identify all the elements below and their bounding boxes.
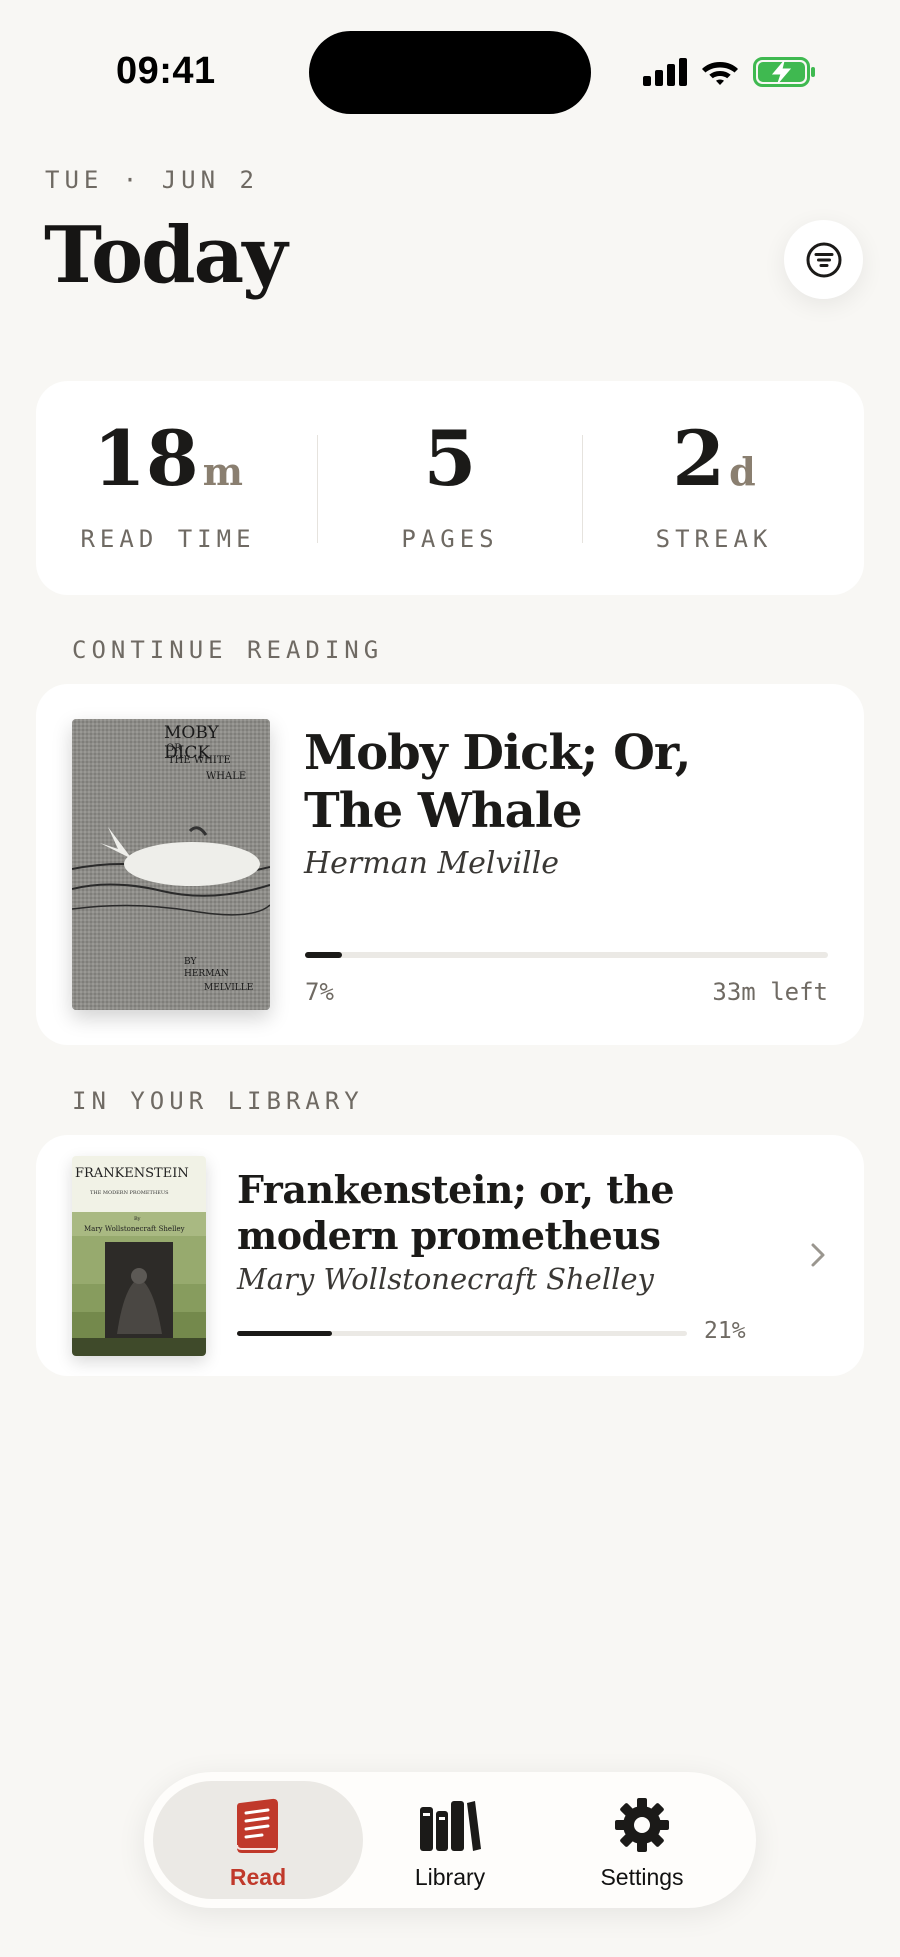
dynamic-island xyxy=(309,31,591,114)
tab-label: Read xyxy=(229,1864,287,1890)
book-title[interactable]: Frankenstein; or, the modern prometheus xyxy=(237,1167,707,1259)
tab-library[interactable]: Library xyxy=(345,1781,555,1899)
cover-by: By xyxy=(134,1216,141,1222)
time-left: 33m left xyxy=(712,978,828,1006)
bookshelf-icon xyxy=(420,1801,481,1851)
progress-percent: 7% xyxy=(305,978,334,1006)
cover-title: FRANKENSTEIN xyxy=(75,1166,189,1181)
book-cover-moby-dick[interactable]: MOBY DICK OR THE WHITE WHALE BY HERMAN M… xyxy=(72,719,270,1010)
cover-subtitle: OR xyxy=(166,743,182,754)
stat-number: 18 xyxy=(93,414,199,503)
stat-label: PAGES xyxy=(401,525,499,553)
stats-card: 18 m READ TIME 5 PAGES 2d STREAK xyxy=(36,381,864,595)
book-author: Mary Wollstonecraft Shelley xyxy=(237,1262,654,1296)
cover-author: MELVILLE xyxy=(204,983,254,993)
book-cover-frankenstein[interactable]: FRANKENSTEIN THE MODERN PROMETHEUS By Ma… xyxy=(72,1156,206,1356)
stat-label: STREAK xyxy=(655,525,773,553)
library-book-card[interactable]: FRANKENSTEIN THE MODERN PROMETHEUS By Ma… xyxy=(36,1135,864,1376)
stat-number: 5 xyxy=(423,414,477,503)
status-icons xyxy=(643,55,817,89)
tab-label: Library xyxy=(414,1864,486,1890)
filter-lines-icon xyxy=(806,242,841,277)
cellular-signal-icon xyxy=(643,58,687,86)
stat-value: 2d xyxy=(582,421,846,497)
stat-unit: d xyxy=(729,449,756,494)
tab-bar: Read Library Settings xyxy=(144,1772,756,1908)
stat-label: READ TIME xyxy=(80,525,256,553)
book-title[interactable]: Moby Dick; Or, The Whale xyxy=(304,724,804,840)
page-title: Today xyxy=(44,210,288,301)
stat-unit: m xyxy=(202,449,243,494)
reading-progress-bar xyxy=(305,952,828,958)
reading-progress-fill xyxy=(237,1331,332,1336)
progress-percent: 21% xyxy=(704,1318,746,1344)
battery-charging-icon xyxy=(753,57,815,87)
stat-number: 2 xyxy=(672,414,726,503)
gear-icon xyxy=(615,1798,669,1852)
cover-by: BY xyxy=(184,957,197,967)
stat-value: 18 m xyxy=(36,421,300,497)
stat-pages: 5 PAGES xyxy=(318,381,582,595)
tab-read[interactable]: Read xyxy=(153,1781,363,1899)
book-icon xyxy=(236,1798,278,1853)
reading-progress-fill xyxy=(305,952,342,958)
filter-button[interactable] xyxy=(784,220,863,299)
chevron-right-icon[interactable] xyxy=(810,1242,826,1268)
status-time: 09:41 xyxy=(116,50,216,92)
date-label: TUE · JUN 2 xyxy=(45,166,259,194)
tab-label: Settings xyxy=(600,1864,684,1890)
library-heading: IN YOUR LIBRARY xyxy=(72,1087,364,1115)
stat-value: 5 xyxy=(318,421,582,497)
stat-read-time: 18 m READ TIME xyxy=(36,381,300,595)
continue-reading-card[interactable]: MOBY DICK OR THE WHITE WHALE BY HERMAN M… xyxy=(36,684,864,1045)
wifi-icon xyxy=(702,62,738,85)
stat-streak: 2d STREAK xyxy=(582,381,846,595)
cover-subtitle: WHALE xyxy=(206,771,247,782)
book-author: Herman Melville xyxy=(304,846,559,881)
cover-subtitle: THE MODERN PROMETHEUS xyxy=(90,1190,169,1196)
tab-settings[interactable]: Settings xyxy=(537,1781,747,1899)
cover-author: HERMAN xyxy=(184,969,229,979)
continue-reading-heading: CONTINUE READING xyxy=(72,636,384,664)
reading-progress-bar xyxy=(237,1331,687,1336)
cover-subtitle: THE WHITE xyxy=(168,755,231,766)
cover-author: Mary Wollstonecraft Shelley xyxy=(84,1225,185,1233)
